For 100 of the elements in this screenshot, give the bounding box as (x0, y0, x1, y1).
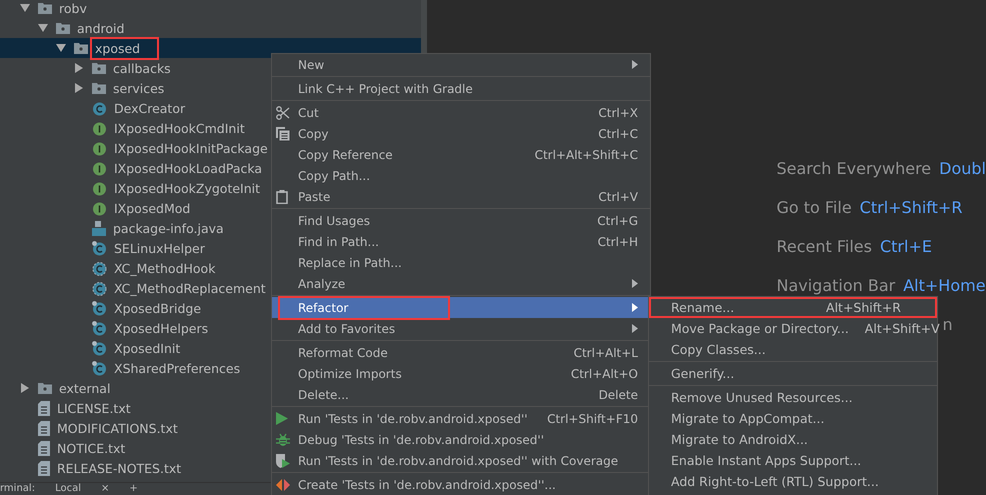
menu-item[interactable]: Paste Ctrl+V (272, 186, 650, 207)
menu-item[interactable]: Enable Instant Apps Support... (649, 450, 937, 471)
collapsed-arrow-icon[interactable] (20, 383, 30, 393)
menu-item[interactable]: Migrate to AndroidX... (649, 429, 937, 450)
text-file-icon (38, 420, 50, 436)
tree-item[interactable]: DexCreator (112, 100, 188, 116)
tree-item[interactable]: IXposedMod (112, 200, 192, 216)
hint-label: Recent Files (776, 237, 872, 258)
abstract-class-icon (92, 260, 107, 276)
menu-item[interactable]: Add to Favorites (272, 318, 650, 339)
tab-label[interactable]: rminal: (0, 483, 36, 495)
submenu-arrow-icon (632, 303, 638, 312)
menu-item[interactable]: Find in Path... Ctrl+H (272, 231, 650, 252)
menu-item[interactable]: Copy Classes... (649, 339, 937, 360)
bug-icon (276, 432, 290, 446)
menu-item[interactable]: Cut Ctrl+X (272, 102, 650, 123)
locked-class-icon (92, 240, 107, 256)
menu-item[interactable]: Rename... Alt+Shift+R (649, 297, 937, 318)
interface-icon (92, 160, 107, 176)
text-file-icon (38, 440, 50, 456)
tree-item[interactable]: XposedHelpers (112, 320, 210, 336)
menu-item[interactable]: Generify... (649, 363, 937, 384)
interface-icon (92, 200, 107, 216)
tab-label[interactable]: × (101, 483, 110, 495)
package-folder-icon (56, 22, 70, 34)
tab-label[interactable]: Local (55, 483, 81, 495)
create-test-icon (276, 478, 290, 490)
expanded-arrow-icon[interactable] (38, 23, 48, 33)
collapsed-arrow-icon[interactable] (74, 63, 84, 73)
menu-item[interactable]: Copy Path... (272, 165, 650, 186)
menu-item[interactable]: Run 'Tests in 'de.robv.android.xposed'' Ctrl+Shift+F10 (272, 408, 650, 429)
menu-item[interactable]: Migrate to AppCompat... (649, 408, 937, 429)
menu-item[interactable]: Refactor (272, 297, 650, 318)
menu-item[interactable]: Create 'Tests in 'de.robv.android.xposed''... (272, 474, 650, 495)
menu-item[interactable]: Copy Reference Ctrl+Alt+Shift+C (272, 144, 650, 165)
interface-icon (92, 180, 107, 196)
tree-item[interactable]: IXposedHookCmdInit (112, 120, 247, 136)
run-icon (276, 412, 288, 425)
tree-item[interactable]: RELEASE-NOTES.txt (55, 460, 184, 476)
submenu-arrow-icon (632, 279, 638, 288)
locked-class-icon (92, 320, 107, 336)
tree-item[interactable]: IXposedHookZygoteInit (112, 180, 262, 196)
tree-item[interactable]: IXposedHookInitPackage (112, 140, 270, 156)
hint-shortcut: Doubl (939, 159, 986, 180)
tree-item[interactable]: package-info.java (111, 220, 226, 236)
text-file-icon (38, 460, 50, 476)
interface-icon (92, 120, 107, 136)
expanded-arrow-icon[interactable] (56, 43, 66, 53)
menu-item[interactable]: Debug 'Tests in 'de.robv.android.xposed'' (272, 429, 650, 450)
package-folder-icon (92, 82, 106, 94)
text-file-icon (38, 400, 50, 416)
hint-label: Navigation Bar (776, 276, 896, 297)
tree-item[interactable]: android (75, 20, 126, 36)
hint-label: Go to File (776, 198, 852, 219)
menu-item[interactable]: New (272, 54, 650, 75)
tree-item[interactable]: xposed (93, 40, 156, 56)
tree-item[interactable]: robv (57, 0, 89, 16)
tree-item[interactable]: LICENSE.txt (55, 400, 133, 416)
tree-item[interactable]: XposedBridge (112, 300, 204, 316)
expanded-arrow-icon[interactable] (20, 3, 30, 13)
tree-item[interactable]: IXposedHookLoadPacka (112, 160, 264, 176)
package-folder-icon (92, 62, 106, 74)
hint-shortcut: Alt+Home (903, 276, 986, 297)
tree-item[interactable]: XC_MethodReplacement (112, 280, 268, 296)
locked-class-icon (92, 300, 107, 316)
menu-item[interactable]: Find Usages Ctrl+G (272, 210, 650, 231)
java-file-icon (92, 220, 106, 236)
menu-item[interactable]: Add Right-to-Left (RTL) Support... (649, 471, 937, 492)
tree-item[interactable]: external (57, 380, 112, 396)
submenu-arrow-icon (632, 60, 638, 69)
menu-item[interactable]: Replace in Path... (272, 252, 650, 273)
hint-shortcut: Ctrl+Shift+R (860, 198, 962, 219)
scissors-icon (276, 106, 290, 120)
clipboard-icon (276, 190, 288, 204)
menu-item[interactable]: Move Package or Directory... Alt+Shift+V (649, 318, 937, 339)
tab-label[interactable]: + (129, 483, 138, 495)
menu-item[interactable]: Delete... Delete (272, 384, 650, 405)
tree-item[interactable]: services (111, 80, 166, 96)
menu-item[interactable]: Link C++ Project with Gradle (272, 78, 650, 99)
tree-item[interactable]: MODIFICATIONS.txt (55, 420, 180, 436)
tree-item[interactable]: XposedInit (112, 340, 182, 356)
class-icon (92, 100, 107, 116)
tree-item[interactable]: SELinuxHelper (112, 240, 207, 256)
menu-item[interactable]: Optimize Imports Ctrl+Alt+O (272, 363, 650, 384)
package-folder-icon (38, 382, 52, 394)
collapsed-arrow-icon[interactable] (74, 83, 84, 93)
menu-item[interactable]: Remove Unused Resources... (649, 387, 937, 408)
menu-item[interactable]: Run 'Tests in 'de.robv.android.xposed'' with Coverage (272, 450, 650, 471)
abstract-class-icon (92, 280, 107, 296)
submenu-arrow-icon (632, 324, 638, 333)
tree-item[interactable]: XC_MethodHook (112, 260, 218, 276)
locked-class-icon (92, 360, 107, 376)
tree-item[interactable]: callbacks (111, 60, 173, 76)
menu-item[interactable]: Analyze (272, 273, 650, 294)
coverage-run-icon (276, 453, 290, 468)
menu-item[interactable]: Reformat Code Ctrl+Alt+L (272, 342, 650, 363)
tree-item[interactable]: XSharedPreferences (112, 360, 242, 376)
hint-label: n (942, 315, 953, 336)
menu-item[interactable]: Copy Ctrl+C (272, 123, 650, 144)
tree-item[interactable]: NOTICE.txt (55, 440, 128, 456)
